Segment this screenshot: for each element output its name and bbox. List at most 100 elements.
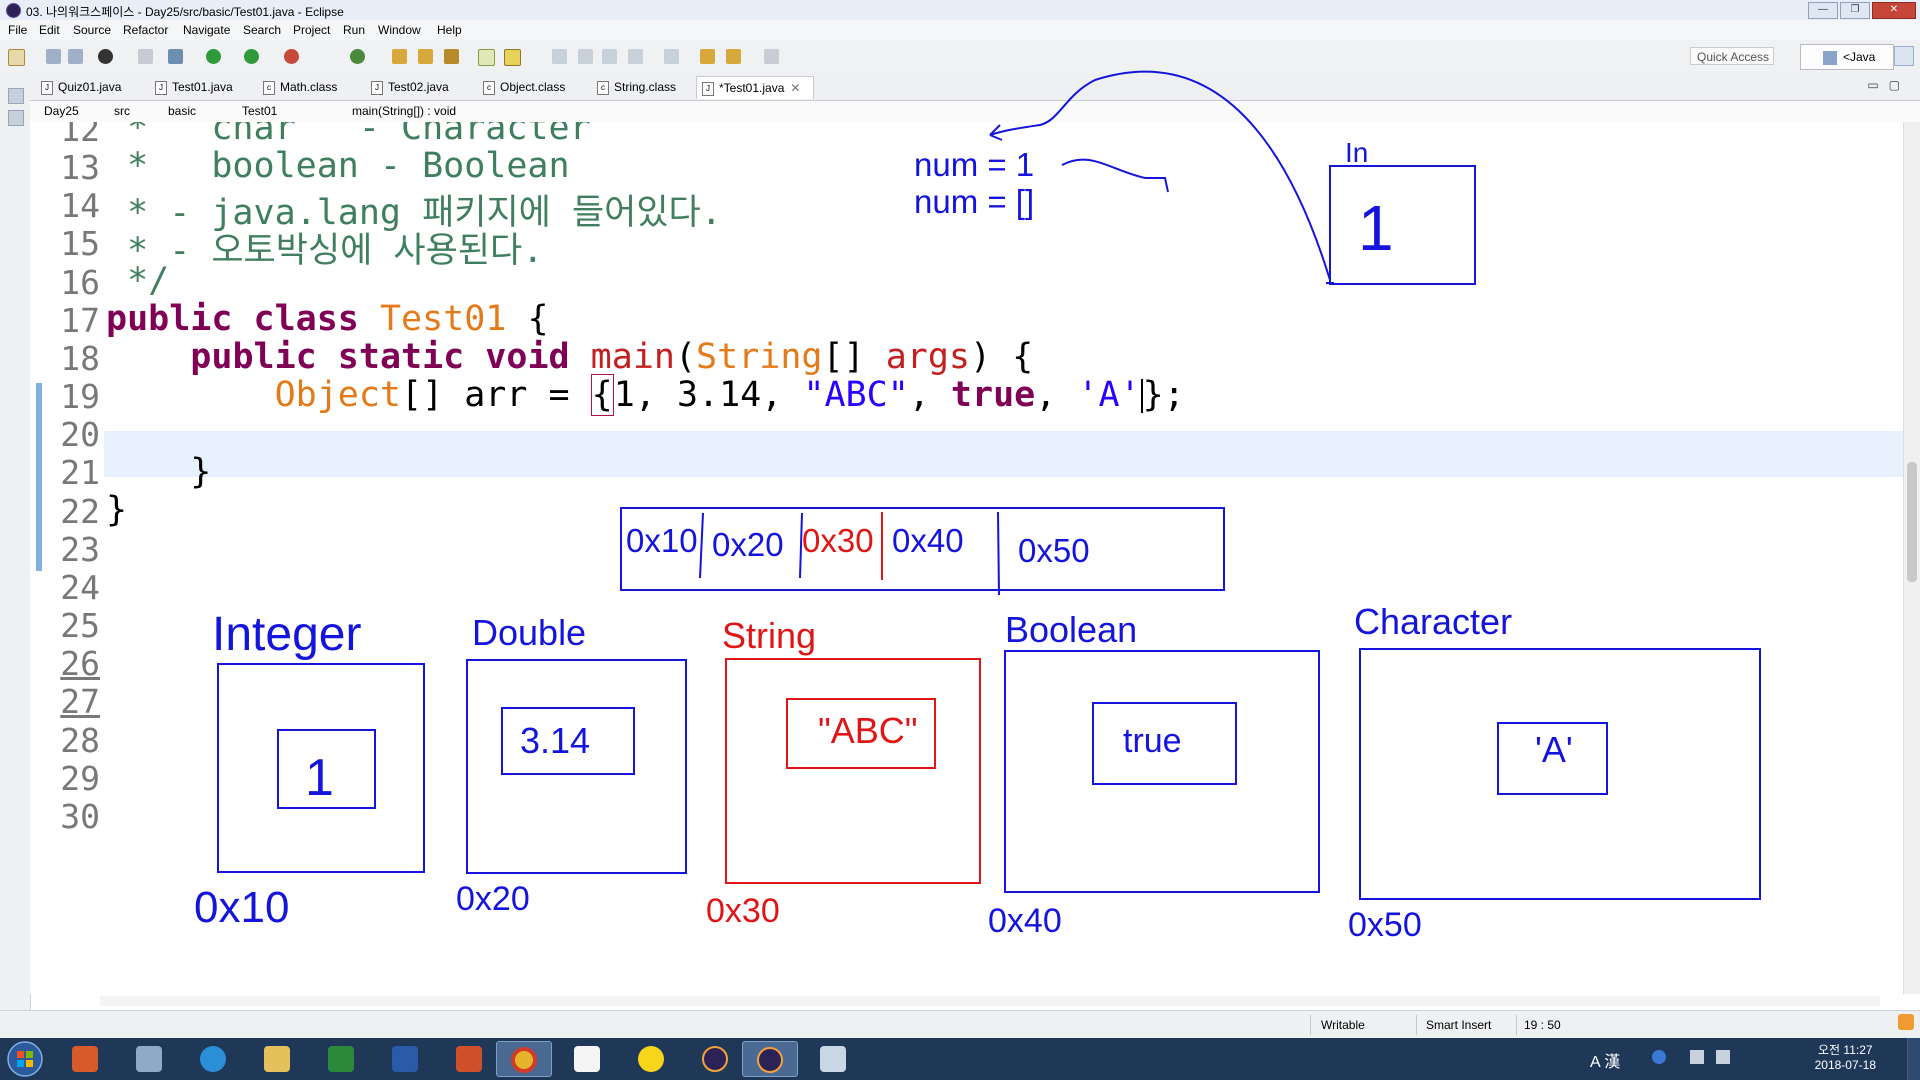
annotation-icon[interactable] — [552, 49, 567, 64]
run-icon[interactable] — [206, 49, 221, 64]
show-desktop-button[interactable] — [1907, 1038, 1920, 1080]
menu-edit[interactable]: Edit — [39, 23, 60, 37]
code-text: , — [1035, 375, 1078, 415]
minimize-button[interactable]: — — [1808, 2, 1838, 19]
media-player-icon[interactable] — [58, 1041, 114, 1077]
package-explorer-icon[interactable] — [8, 110, 24, 126]
back-icon[interactable] — [726, 49, 741, 64]
coverage-icon[interactable] — [244, 49, 259, 64]
search-icon[interactable] — [444, 49, 459, 64]
menu-search[interactable]: Search — [243, 23, 281, 37]
new-java-class-icon[interactable] — [350, 49, 365, 64]
system-tray: A 漢 오전 11:27 2018-07-18 — [1590, 1038, 1920, 1080]
skip-breakpoints-icon[interactable] — [138, 49, 153, 64]
menu-source[interactable]: Source — [73, 23, 111, 37]
forward-icon[interactable] — [764, 49, 779, 64]
line-number: 21 — [60, 453, 100, 492]
code-line-15: * - 오토박싱에 사용된다. — [106, 231, 544, 271]
clock[interactable]: 오전 11:27 2018-07-18 — [1815, 1043, 1876, 1073]
menu-window[interactable]: Window — [378, 23, 421, 37]
class-file-icon: c — [597, 81, 609, 95]
restore-view-icon[interactable] — [8, 88, 24, 104]
code-text: }; — [1142, 375, 1185, 415]
external-tools-icon[interactable] — [284, 49, 299, 64]
new-icon[interactable] — [8, 49, 25, 66]
toggle-mark-occurrences-icon[interactable] — [478, 49, 495, 66]
code-text: [] arr = — [401, 375, 591, 415]
volume-icon[interactable] — [1716, 1050, 1730, 1064]
type-name: Object — [274, 375, 402, 415]
menu-navigate[interactable]: Navigate — [183, 23, 230, 37]
save-icon[interactable] — [46, 49, 61, 64]
tab-label: Math.class — [280, 80, 338, 94]
java-file-icon: J — [371, 81, 383, 95]
eclipse-active-taskbar-icon[interactable] — [742, 1041, 798, 1077]
file-explorer-icon[interactable] — [250, 1041, 306, 1077]
menu-run[interactable]: Run — [343, 23, 365, 37]
tab-quiz01-java[interactable]: J Quiz01.java — [36, 76, 138, 99]
tab-test01-java[interactable]: J Test01.java — [150, 76, 250, 99]
code-line-12: * char - Character — [106, 122, 591, 148]
tab-test02-java[interactable]: J Test02.java — [366, 76, 470, 99]
breadcrumb-project[interactable]: Day25 — [44, 104, 79, 118]
hangouts-icon[interactable] — [560, 1041, 616, 1077]
calculator-icon[interactable] — [806, 1041, 862, 1077]
quick-access-field[interactable]: Quick Access — [1690, 47, 1774, 65]
last-edit-icon[interactable] — [700, 49, 715, 64]
close-button[interactable]: ✕ — [1872, 2, 1916, 19]
horizontal-scrollbar[interactable] — [100, 996, 1880, 1006]
line-number: 14 — [60, 186, 100, 225]
current-line-highlight — [104, 431, 1903, 477]
next-annotation-icon[interactable] — [628, 49, 643, 64]
open-type-icon[interactable] — [392, 49, 407, 64]
vertical-scrollbar[interactable] — [1903, 122, 1920, 994]
java-editor[interactable]: 12 13 14 15 16 17 18 19 20 21 22 23 24 2… — [30, 122, 1903, 994]
prev-annotation-icon[interactable] — [664, 49, 679, 64]
scroll-thumb[interactable] — [1907, 462, 1917, 582]
internet-explorer-icon[interactable] — [186, 1041, 242, 1077]
chrome-icon[interactable] — [496, 1041, 552, 1077]
breadcrumb-src[interactable]: src — [114, 104, 130, 118]
open-task-icon[interactable] — [418, 49, 433, 64]
eclipse-taskbar-icon[interactable] — [688, 1041, 744, 1077]
minimize-maximize-controls[interactable]: ▭▢ — [1867, 78, 1910, 92]
tab-object-class[interactable]: c Object.class — [478, 76, 586, 99]
tab-math-class[interactable]: c Math.class — [258, 76, 358, 99]
help-icon[interactable] — [1652, 1050, 1666, 1064]
breadcrumb-method[interactable]: main(String[]) : void — [352, 104, 456, 118]
save-all-icon[interactable] — [68, 49, 83, 64]
menu-help[interactable]: Help — [437, 23, 462, 37]
java-file-icon: J — [41, 81, 53, 95]
open-perspective-icon[interactable] — [1894, 46, 1914, 66]
block-selection-icon[interactable] — [578, 49, 593, 64]
status-divider — [1516, 1015, 1517, 1035]
search-tool-icon[interactable] — [122, 1041, 178, 1077]
tab-string-class[interactable]: c String.class — [592, 76, 696, 99]
breadcrumb-package[interactable]: basic — [168, 104, 196, 118]
maximize-button[interactable]: ❐ — [1840, 2, 1870, 19]
rss-icon[interactable] — [1898, 1014, 1914, 1030]
word-icon[interactable] — [378, 1041, 434, 1077]
close-tab-icon[interactable]: ✕ — [790, 81, 800, 95]
ime-indicator[interactable]: A 漢 — [1590, 1048, 1620, 1072]
line-number: 20 — [60, 415, 100, 454]
kakaotalk-icon[interactable] — [624, 1041, 680, 1077]
char-literal: 'A' — [1077, 375, 1141, 415]
powerpoint-icon[interactable] — [442, 1041, 498, 1077]
menu-refactor[interactable]: Refactor — [123, 23, 168, 37]
show-whitespace-icon[interactable] — [602, 49, 617, 64]
network-icon[interactable] — [1690, 1050, 1704, 1064]
menu-project[interactable]: Project — [293, 23, 330, 37]
start-orb-icon[interactable] — [2, 1038, 48, 1080]
line-number: 28 — [60, 721, 100, 760]
debug-icon[interactable] — [168, 49, 183, 64]
line-number: 17 — [60, 301, 100, 340]
toggle-breadcrumb-icon[interactable] — [504, 49, 521, 66]
profile-icon[interactable] — [98, 49, 113, 64]
excel-icon[interactable] — [314, 1041, 370, 1077]
tab-test01-java-active[interactable]: J *Test01.java ✕ — [696, 76, 814, 99]
breadcrumb-class[interactable]: Test01 — [242, 104, 277, 118]
perspective-switcher[interactable]: <Java EE> — [1800, 44, 1894, 88]
menu-file[interactable]: File — [8, 23, 27, 37]
